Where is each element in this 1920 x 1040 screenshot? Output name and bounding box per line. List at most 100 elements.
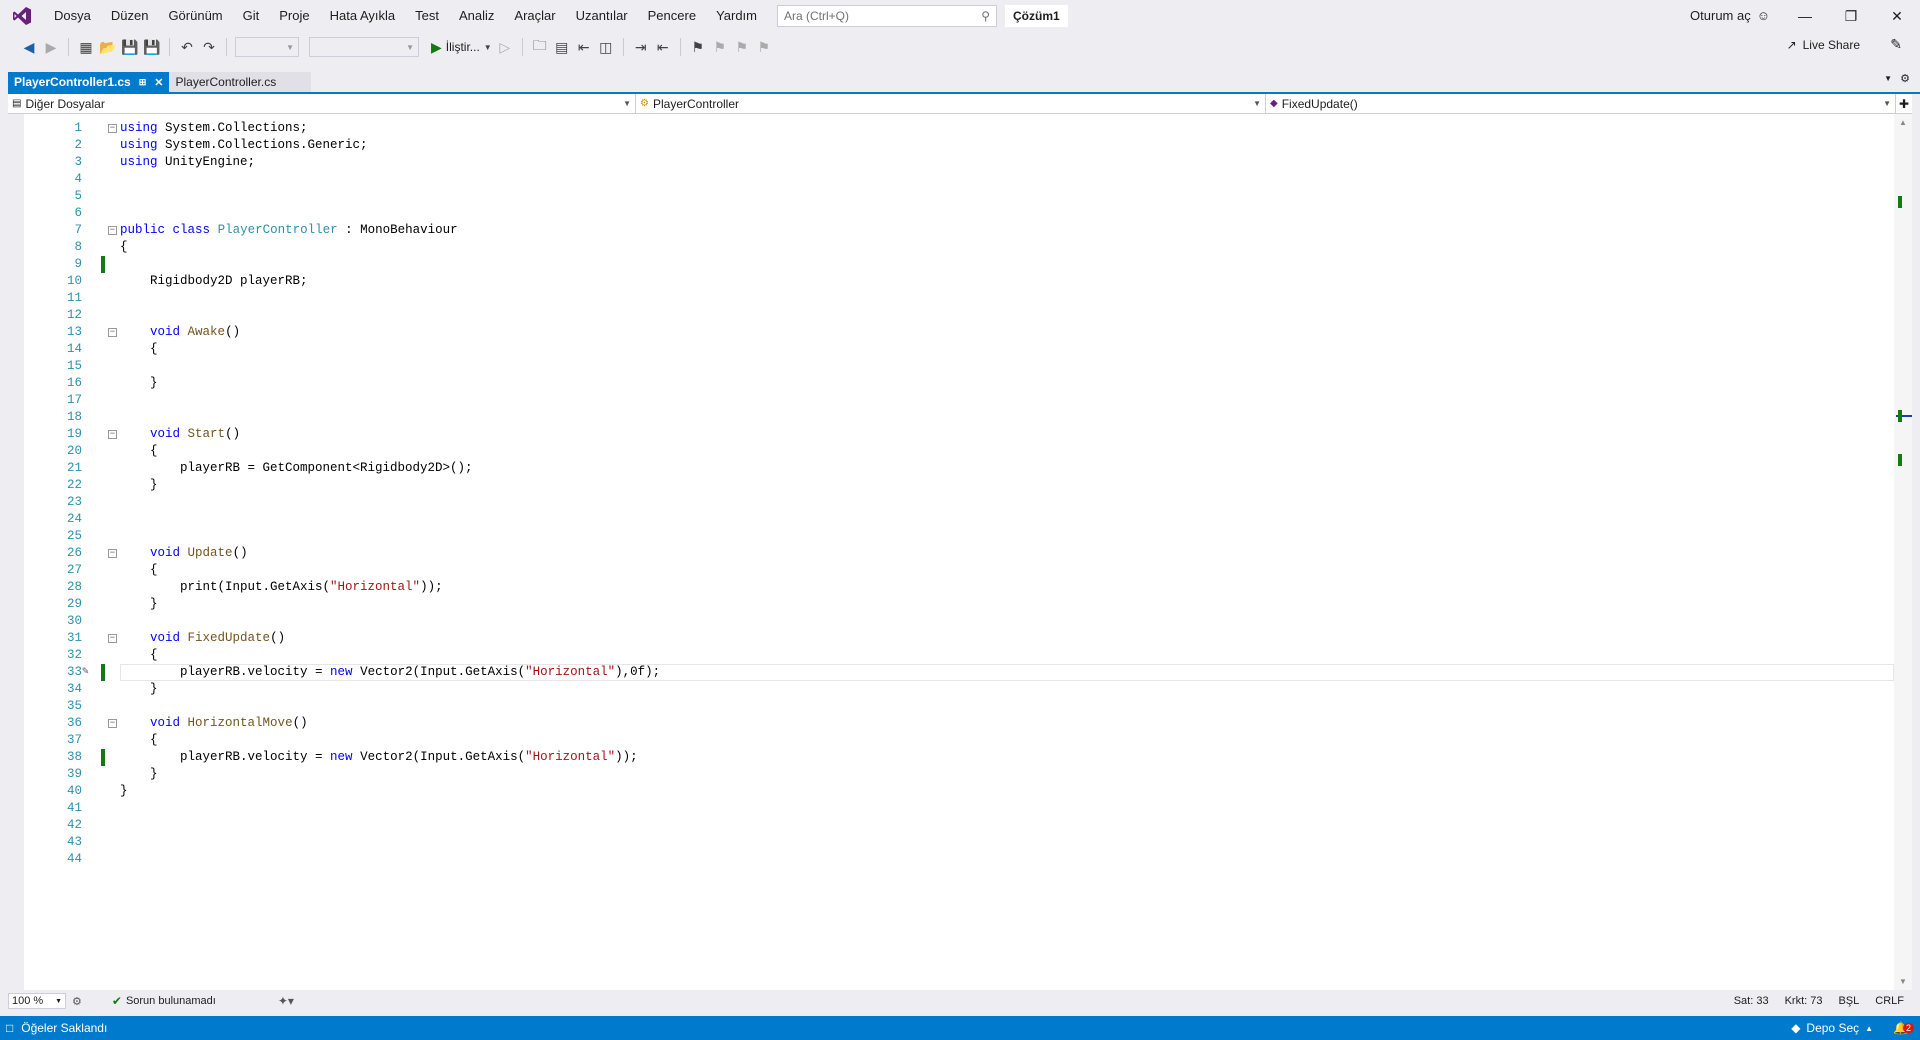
code-line[interactable]: 40} xyxy=(8,783,1894,800)
live-share-button[interactable]: ↗ Live Share xyxy=(1787,38,1860,52)
code-line[interactable]: 23 xyxy=(8,494,1894,511)
split-icon[interactable]: ✚ xyxy=(1896,94,1912,113)
code-line[interactable]: 22 } xyxy=(8,477,1894,494)
platform-dropdown[interactable]: ▼ xyxy=(309,37,419,57)
search-box[interactable]: Ara (Ctrl+Q) ⚲ xyxy=(777,5,997,27)
menu-item[interactable]: Analiz xyxy=(449,0,504,32)
settings-gear-icon[interactable]: ⚙ xyxy=(1900,72,1910,85)
code-line[interactable]: 39 } xyxy=(8,766,1894,783)
close-window-button[interactable]: ✕ xyxy=(1874,0,1920,32)
compare-icon[interactable]: ◫ xyxy=(597,36,615,58)
class-dropdown[interactable]: ⚙ PlayerController ▼ xyxy=(636,94,1266,113)
code-line[interactable]: 2 using System.Collections.Generic; xyxy=(8,137,1894,154)
save-icon[interactable]: 💾 xyxy=(121,36,139,58)
signin-button[interactable]: Oturum aç ☺ xyxy=(1690,0,1770,32)
code-line[interactable]: 15 xyxy=(8,358,1894,375)
code-line[interactable]: 30 xyxy=(8,613,1894,630)
project-dropdown[interactable]: ▤ Diğer Dosyalar ▼ xyxy=(8,94,636,113)
code-line[interactable]: 8{ xyxy=(8,239,1894,256)
code-line[interactable]: 3 using UnityEngine; xyxy=(8,154,1894,171)
code-line[interactable]: 1 − using System.Collections; xyxy=(8,120,1894,137)
code-line[interactable]: 24 xyxy=(8,511,1894,528)
collapse-icon[interactable]: − xyxy=(108,124,117,133)
pin-icon[interactable]: ⊞ xyxy=(139,77,147,88)
menu-item[interactable]: Test xyxy=(405,0,449,32)
save-all-icon[interactable]: 💾 xyxy=(143,36,161,58)
code-line[interactable]: 16 } xyxy=(8,375,1894,392)
scroll-down-icon[interactable]: ▼ xyxy=(1899,977,1907,986)
health-icon[interactable]: ⚙ xyxy=(72,995,82,1008)
menu-item[interactable]: Araçlar xyxy=(504,0,565,32)
code-line[interactable]: 10 Rigidbody2D playerRB; xyxy=(8,273,1894,290)
code-line[interactable]: 12 xyxy=(8,307,1894,324)
member-dropdown[interactable]: ◆ FixedUpdate() ▼ xyxy=(1266,94,1896,113)
menu-item[interactable]: Düzen xyxy=(101,0,159,32)
code-line[interactable]: 42 xyxy=(8,817,1894,834)
code-line[interactable]: 35 xyxy=(8,698,1894,715)
menu-item[interactable]: Proje xyxy=(269,0,319,32)
code-line[interactable]: 43 xyxy=(8,834,1894,851)
layout-icon[interactable]: ▤ xyxy=(553,36,571,58)
code-line[interactable]: 31 − void FixedUpdate() xyxy=(8,630,1894,647)
solution-explorer-icon[interactable]: 🗀 xyxy=(531,36,549,58)
code-line[interactable]: 14 { xyxy=(8,341,1894,358)
issues-label[interactable]: Sorun bulunamadı xyxy=(126,995,216,1007)
collapse-icon[interactable]: − xyxy=(108,430,117,439)
code-line[interactable]: 20 { xyxy=(8,443,1894,460)
indent-icon[interactable]: ⇥ xyxy=(632,36,650,58)
code-line[interactable]: 41 xyxy=(8,800,1894,817)
collapse-icon[interactable]: − xyxy=(108,549,117,558)
select-repo-button[interactable]: ◆ Depo Seç ▲ xyxy=(1791,1021,1873,1035)
collapse-icon[interactable]: − xyxy=(108,634,117,643)
code-line[interactable]: 44 xyxy=(8,851,1894,868)
line-indicator[interactable]: Sat: 33 xyxy=(1734,995,1769,1007)
feedback-icon[interactable]: ✎ xyxy=(1890,36,1902,53)
menu-item[interactable]: Dosya xyxy=(44,0,101,32)
step-icon[interactable]: ⇤ xyxy=(575,36,593,58)
code-line[interactable]: 5 xyxy=(8,188,1894,205)
minimize-button[interactable]: — xyxy=(1782,0,1828,32)
code-line[interactable]: 4 xyxy=(8,171,1894,188)
code-editor[interactable]: 1− using System.Collections; 2 using System… xyxy=(8,114,1894,990)
outdent-icon[interactable]: ⇤ xyxy=(654,36,672,58)
code-line[interactable]: 17 xyxy=(8,392,1894,409)
code-line[interactable]: 13 − void Awake() xyxy=(8,324,1894,341)
clear-bookmarks-icon[interactable]: ⚑ xyxy=(755,36,773,58)
code-line[interactable]: 28 print(Input.GetAxis("Horizontal")); xyxy=(8,579,1894,596)
code-line[interactable]: 21 playerRB = GetComponent<Rigidbody2D>(… xyxy=(8,460,1894,477)
vertical-scrollbar[interactable]: ▲ ▼ xyxy=(1894,114,1912,990)
cleanup-icon[interactable]: ✦▾ xyxy=(278,994,294,1008)
insert-mode[interactable]: BŞL xyxy=(1838,995,1859,1007)
code-line[interactable]: 7 − public class PlayerController : MonoBe… xyxy=(8,222,1894,239)
menu-item[interactable]: Görünüm xyxy=(158,0,232,32)
code-line[interactable]: 29 } xyxy=(8,596,1894,613)
scroll-up-icon[interactable]: ▲ xyxy=(1899,118,1907,127)
code-line[interactable]: 33 ✎ playerRB.velocity = new Vector2(Inpu… xyxy=(8,664,1894,681)
back-icon[interactable]: ◀ xyxy=(20,36,38,58)
start-without-debug-icon[interactable]: ▷ xyxy=(496,36,514,58)
attach-button[interactable]: ▶ İliştir... ▼ xyxy=(431,36,492,58)
tab-playercontroller[interactable]: PlayerController.cs xyxy=(169,72,312,92)
code-line[interactable]: 34 } xyxy=(8,681,1894,698)
menu-item[interactable]: Pencere xyxy=(638,0,706,32)
undo-icon[interactable]: ↶ xyxy=(178,36,196,58)
column-indicator[interactable]: Krkt: 73 xyxy=(1785,995,1823,1007)
tab-playercontroller1[interactable]: PlayerController1.cs ⊞ ✕ xyxy=(8,72,170,92)
collapse-icon[interactable]: − xyxy=(108,226,117,235)
code-line[interactable]: 26 − void Update() xyxy=(8,545,1894,562)
configuration-dropdown[interactable]: ▼ xyxy=(235,37,299,57)
line-ending[interactable]: CRLF xyxy=(1875,995,1904,1007)
code-line[interactable]: 27 { xyxy=(8,562,1894,579)
code-line[interactable]: 38 playerRB.velocity = new Vector2(Input… xyxy=(8,749,1894,766)
code-line[interactable]: 36 − void HorizontalMove() xyxy=(8,715,1894,732)
menu-item[interactable]: Git xyxy=(233,0,270,32)
collapse-icon[interactable]: − xyxy=(108,328,117,337)
menu-item[interactable]: Uzantılar xyxy=(566,0,638,32)
notifications-button[interactable]: 🔔 2 xyxy=(1893,1021,1915,1035)
forward-icon[interactable]: ▶ xyxy=(42,36,60,58)
code-line[interactable]: 6 xyxy=(8,205,1894,222)
redo-icon[interactable]: ↷ xyxy=(200,36,218,58)
bookmark-icon[interactable]: ⚑ xyxy=(689,36,707,58)
menu-item[interactable]: Hata Ayıkla xyxy=(320,0,406,32)
close-tab-icon[interactable]: ✕ xyxy=(154,76,163,89)
